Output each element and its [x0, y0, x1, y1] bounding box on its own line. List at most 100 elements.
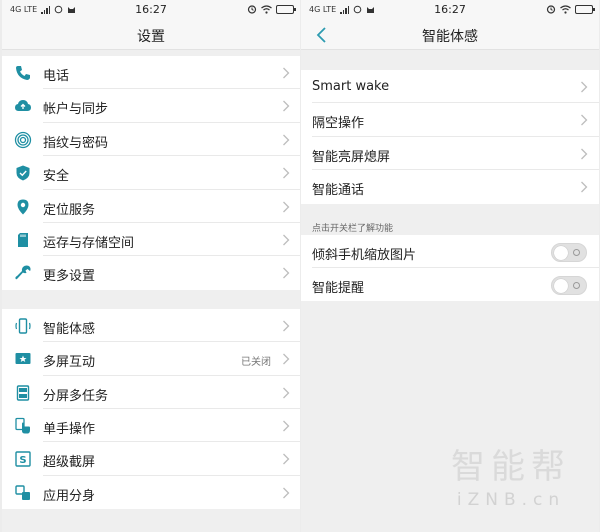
title-bar: 智能体感 [301, 20, 599, 50]
wifi-icon [261, 4, 272, 14]
item-label: 智能通话 [312, 183, 365, 199]
status-right [247, 4, 296, 14]
smart-motion-group: Smart wake 隔空操作 智能亮屏熄屏 智能通话 [301, 70, 599, 204]
chevron-right-icon [283, 134, 290, 146]
watermark-en: iZNB.cn [456, 490, 566, 510]
item-air-operation[interactable]: 隔空操作 [301, 103, 599, 137]
chevron-right-icon [283, 320, 290, 332]
item-smart-screen-on-off[interactable]: 智能亮屏熄屏 [301, 137, 599, 171]
toggle-knob [554, 245, 568, 260]
battery-icon [575, 4, 595, 14]
status-text: 已关闭 [241, 357, 271, 369]
item-smart-call[interactable]: 智能通话 [301, 170, 599, 203]
item-label: 单手操作 [43, 421, 96, 437]
screenshot-frame: 4G LTE 16:27 设置 电话 帐户与同步 指纹与密码 安全 定位服务 运… [0, 0, 600, 532]
chevron-right-icon [283, 167, 290, 179]
multi-screen-icon [15, 353, 31, 365]
item-label: 帐户与同步 [43, 102, 109, 118]
chevron-right-icon [283, 487, 290, 499]
wifi-icon [560, 4, 571, 14]
shield-icon [16, 165, 30, 181]
chevron-right-icon [581, 81, 588, 93]
item-label: 应用分身 [43, 488, 96, 504]
settings-group-1: 电话 帐户与同步 指纹与密码 安全 定位服务 运存与存储空间 更多设置 [2, 56, 300, 290]
item-smart-wake[interactable]: Smart wake [301, 70, 599, 104]
chevron-right-icon [283, 100, 290, 112]
item-label: 超级截屏 [43, 455, 96, 471]
chevron-right-icon [581, 114, 588, 126]
watermark-logo: 智能帮 iZNB.cn [451, 439, 571, 510]
settings-item-split-screen[interactable]: 分屏多任务 [2, 376, 300, 409]
item-label: 智能提醒 [312, 280, 365, 296]
settings-item-location[interactable]: 定位服务 [2, 190, 300, 223]
item-label: 更多设置 [43, 269, 96, 285]
title-bar: 设置 [2, 20, 300, 50]
item-label: 隔空操作 [312, 116, 365, 132]
cloud-sync-icon [15, 100, 31, 112]
page-title: 智能体感 [422, 29, 478, 45]
status-bar: 4G LTE 16:27 [2, 0, 300, 20]
settings-item-fingerprint[interactable]: 指纹与密码 [2, 123, 300, 157]
chevron-right-icon [283, 420, 290, 432]
settings-item-storage[interactable]: 运存与存储空间 [2, 223, 300, 257]
item-label: 多屏互动 [43, 355, 96, 371]
screenshot-icon: S [15, 451, 31, 467]
fingerprint-icon [14, 131, 32, 148]
toggle-knob [554, 278, 568, 293]
settings-screen: 4G LTE 16:27 设置 电话 帐户与同步 指纹与密码 安全 定位服务 运… [2, 0, 300, 532]
page-title: 设置 [137, 29, 165, 45]
tilt-zoom-toggle[interactable] [551, 242, 587, 262]
item-label: 定位服务 [43, 202, 96, 218]
chevron-right-icon [283, 353, 290, 365]
alarm-icon [546, 5, 556, 14]
chevron-right-icon [283, 201, 290, 213]
battery-icon [276, 4, 296, 14]
split-screen-icon [16, 384, 30, 401]
settings-item-app-clone[interactable]: 应用分身 [2, 476, 300, 509]
chevron-right-icon [283, 234, 290, 246]
toggle-group: 倾斜手机缩放图片 智能提醒 [301, 234, 599, 302]
item-label: Smart wake [312, 79, 390, 94]
settings-item-security[interactable]: 安全 [2, 156, 300, 190]
chevron-right-icon [581, 148, 588, 160]
item-label: 智能体感 [43, 321, 96, 337]
item-label: 电话 [43, 69, 70, 84]
chevron-right-icon [283, 267, 290, 279]
toggle-off-indicator [573, 281, 580, 289]
item-label: 分屏多任务 [43, 388, 109, 404]
chevron-right-icon [283, 67, 290, 79]
sd-card-icon [18, 232, 28, 247]
settings-item-phone[interactable]: 电话 [2, 56, 300, 90]
section-hint: 点击开关栏了解功能 [301, 217, 599, 235]
wrench-icon [15, 265, 31, 280]
item-label: 指纹与密码 [43, 135, 109, 151]
settings-item-account-sync[interactable]: 帐户与同步 [2, 89, 300, 123]
item-label: 智能亮屏熄屏 [312, 149, 391, 165]
settings-item-one-hand[interactable]: 单手操作 [2, 409, 300, 443]
smart-reminder-toggle[interactable] [551, 275, 587, 295]
settings-item-multi-screen[interactable]: 多屏互动 已关闭 [2, 342, 300, 376]
item-label: 安全 [43, 169, 70, 185]
phone-icon [16, 66, 30, 80]
chevron-right-icon [283, 453, 290, 465]
settings-group-2: 智能体感 多屏互动 已关闭 分屏多任务 单手操作 S 超级截屏 应用分身 [2, 308, 300, 510]
item-label: 倾斜手机缩放图片 [312, 247, 417, 263]
settings-item-smart-motion[interactable]: 智能体感 [2, 309, 300, 343]
status-right [546, 4, 595, 14]
chevron-right-icon [581, 181, 588, 193]
toggle-row-tilt-zoom: 倾斜手机缩放图片 [301, 235, 599, 268]
one-hand-icon [15, 417, 30, 434]
toggle-row-smart-reminder: 智能提醒 [301, 268, 599, 301]
smart-motion-icon [15, 318, 31, 334]
svg-text:S: S [19, 455, 26, 466]
smart-motion-screen: 4G LTE 16:27 智能体感 Smart wake 隔空操作 智能亮屏熄屏… [301, 0, 599, 532]
settings-item-more[interactable]: 更多设置 [2, 256, 300, 289]
chevron-right-icon [283, 387, 290, 398]
toggle-off-indicator [573, 248, 580, 256]
app-clone-icon [15, 484, 30, 500]
settings-item-super-screenshot[interactable]: S 超级截屏 [2, 442, 300, 476]
alarm-icon [247, 5, 257, 14]
